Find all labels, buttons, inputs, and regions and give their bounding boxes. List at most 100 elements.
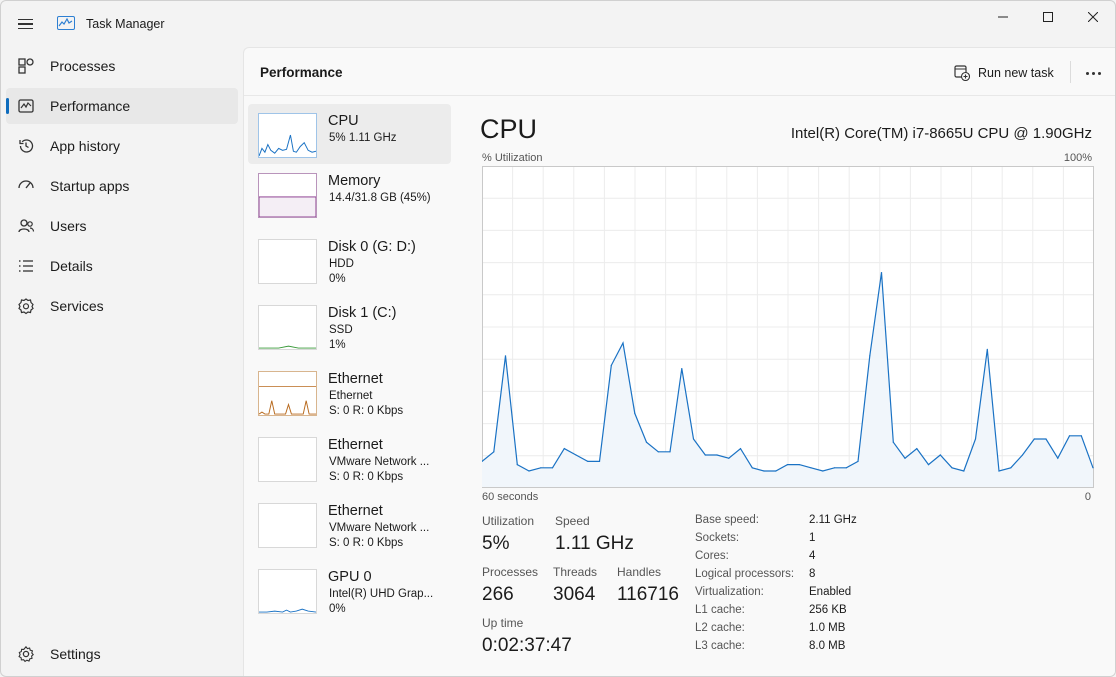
sidebar-item-label: Settings	[50, 646, 101, 662]
cpu-utilization-point	[1057, 457, 1059, 459]
resource-detail-line: S: 0 R: 0 Kbps	[329, 537, 404, 549]
spec-label: L2 cache:	[695, 622, 745, 634]
cpu-utilization-point	[504, 355, 507, 357]
cpu-utilization-point	[892, 441, 894, 443]
sidebar-item-performance[interactable]: Performance	[6, 88, 238, 124]
resource-detail-line: Intel(R) UHD Grap...	[329, 588, 434, 600]
task-manager-app-icon	[57, 16, 75, 30]
resource-detail-line: VMware Network ...	[329, 456, 430, 468]
app-title: Task Manager	[86, 17, 165, 31]
cpu-utilization-point	[998, 470, 1000, 472]
cpu-utilization-point	[516, 464, 518, 466]
maximize-button[interactable]	[1025, 1, 1071, 33]
threads-label: Threads	[553, 565, 598, 579]
resource-detail-line: S: 0 R: 0 Kbps	[329, 405, 404, 417]
cpu-utilization-point	[857, 460, 859, 462]
cpu-utilization-graph	[482, 166, 1094, 488]
cpu-utilization-point	[845, 467, 847, 469]
main-panel: Performance Run new task CPU 5% 1.11 GHz M…	[243, 47, 1115, 676]
cpu-utilization-point	[880, 272, 883, 274]
sidebar-item-label: Services	[50, 298, 104, 314]
spec-value: 1.0 MB	[809, 622, 846, 634]
cpu-utilization-point	[563, 448, 565, 450]
history-icon	[19, 139, 34, 153]
resource-detail-line: Ethernet	[329, 390, 373, 402]
time-axis-start-label: 60 seconds	[482, 491, 539, 503]
cpu-utilization-point	[1033, 438, 1035, 440]
performance-icon	[18, 99, 34, 113]
resource-thumbnail	[258, 239, 317, 284]
cpu-utilization-point	[763, 470, 765, 472]
speed-value: 1.11 GHz	[555, 533, 634, 554]
resource-item-cpu[interactable]: CPU 5% 1.11 GHz	[248, 104, 451, 164]
sidebar-item-settings[interactable]: Settings	[6, 636, 238, 672]
task-manager-window: Task Manager Processes Performance App h…	[0, 0, 1116, 677]
sidebar-item-label: Startup apps	[50, 178, 130, 194]
resource-item-ethernet-3[interactable]: Ethernet VMware Network ... S: 0 R: 0 Kbps	[248, 494, 451, 554]
sidebar-item-services[interactable]: Services	[6, 288, 238, 324]
sidebar-item-label: App history	[50, 138, 121, 154]
services-icon	[18, 298, 34, 315]
gear-icon	[18, 645, 34, 663]
minimize-button[interactable]	[980, 1, 1026, 33]
cpu-utilization-point	[692, 438, 695, 440]
sidebar-item-processes[interactable]: Processes	[6, 48, 238, 84]
cpu-utilization-point	[634, 412, 636, 414]
page-header: Performance Run new task	[244, 48, 1115, 96]
spec-value: Enabled	[809, 586, 852, 598]
resource-name: Ethernet	[328, 437, 383, 453]
resource-detail-line: 0%	[329, 273, 346, 285]
resource-detail-line: VMware Network ...	[329, 522, 430, 534]
sidebar-item-app-history[interactable]: App history	[6, 128, 238, 164]
spec-value: 1	[809, 532, 816, 544]
cpu-utilization-point	[751, 467, 753, 469]
resource-name: CPU	[328, 113, 359, 129]
cpu-utilization-point	[810, 467, 812, 469]
speed-label: Speed	[555, 514, 590, 528]
processes-icon	[18, 58, 34, 74]
more-options-button[interactable]	[1078, 60, 1108, 86]
cpu-utilization-point	[587, 460, 589, 462]
resource-detail-line: S: 0 R: 0 Kbps	[329, 471, 404, 483]
cpu-utilization-point	[904, 457, 906, 459]
cpu-utilization-point	[739, 448, 742, 450]
resource-detail-line: 14.4/31.8 GB (45%)	[329, 192, 431, 204]
resource-item-ethernet-2[interactable]: Ethernet VMware Network ... S: 0 R: 0 Kbps	[248, 428, 451, 488]
cpu-utilization-point	[645, 441, 648, 443]
cpu-utilization-point	[657, 451, 659, 453]
spec-value: 256 KB	[809, 604, 847, 616]
cpu-utilization-point	[916, 448, 918, 450]
resource-item-memory[interactable]: Memory 14.4/31.8 GB (45%)	[248, 164, 451, 224]
cpu-utilization-point	[716, 454, 718, 456]
spec-label: Cores:	[695, 550, 729, 562]
spec-label: Sockets:	[695, 532, 740, 544]
resource-detail-line: 5% 1.11 GHz	[329, 132, 397, 144]
spec-label: Logical processors:	[695, 568, 795, 580]
resource-title: CPU	[480, 114, 538, 144]
utilization-axis-label: % Utilization	[482, 152, 543, 164]
sidebar-item-users[interactable]: Users	[6, 208, 238, 244]
resource-item-gpu-0[interactable]: GPU 0 Intel(R) UHD Grap... 0%	[248, 560, 451, 620]
utilization-max-label: 100%	[1063, 152, 1092, 164]
run-new-task-button[interactable]: Run new task	[954, 60, 1054, 86]
resource-name: Disk 0 (G: D:)	[328, 239, 416, 255]
spec-label: L3 cache:	[695, 640, 745, 652]
details-icon	[19, 260, 33, 272]
resource-detail-line: SSD	[329, 324, 353, 336]
resource-item-disk-1[interactable]: Disk 1 (C:) SSD 1%	[248, 296, 451, 356]
menu-toggle-button[interactable]	[13, 11, 39, 37]
sidebar-item-details[interactable]: Details	[6, 248, 238, 284]
utilization-value: 5%	[482, 533, 510, 554]
page-title: Performance	[260, 65, 343, 80]
resource-thumbnail	[258, 437, 317, 482]
resource-item-ethernet-1[interactable]: Ethernet Ethernet S: 0 R: 0 Kbps	[248, 362, 451, 422]
sidebar-item-startup-apps[interactable]: Startup apps	[6, 168, 238, 204]
cpu-utilization-point	[822, 470, 824, 472]
cpu-utilization-point	[622, 342, 624, 344]
startup-icon	[18, 180, 34, 189]
resource-item-disk-0[interactable]: Disk 0 (G: D:) HDD 0%	[248, 230, 451, 290]
resource-thumbnail	[258, 173, 317, 218]
close-button[interactable]	[1070, 1, 1115, 33]
cpu-utilization-point	[939, 454, 941, 456]
cpu-utilization-point	[704, 454, 706, 456]
